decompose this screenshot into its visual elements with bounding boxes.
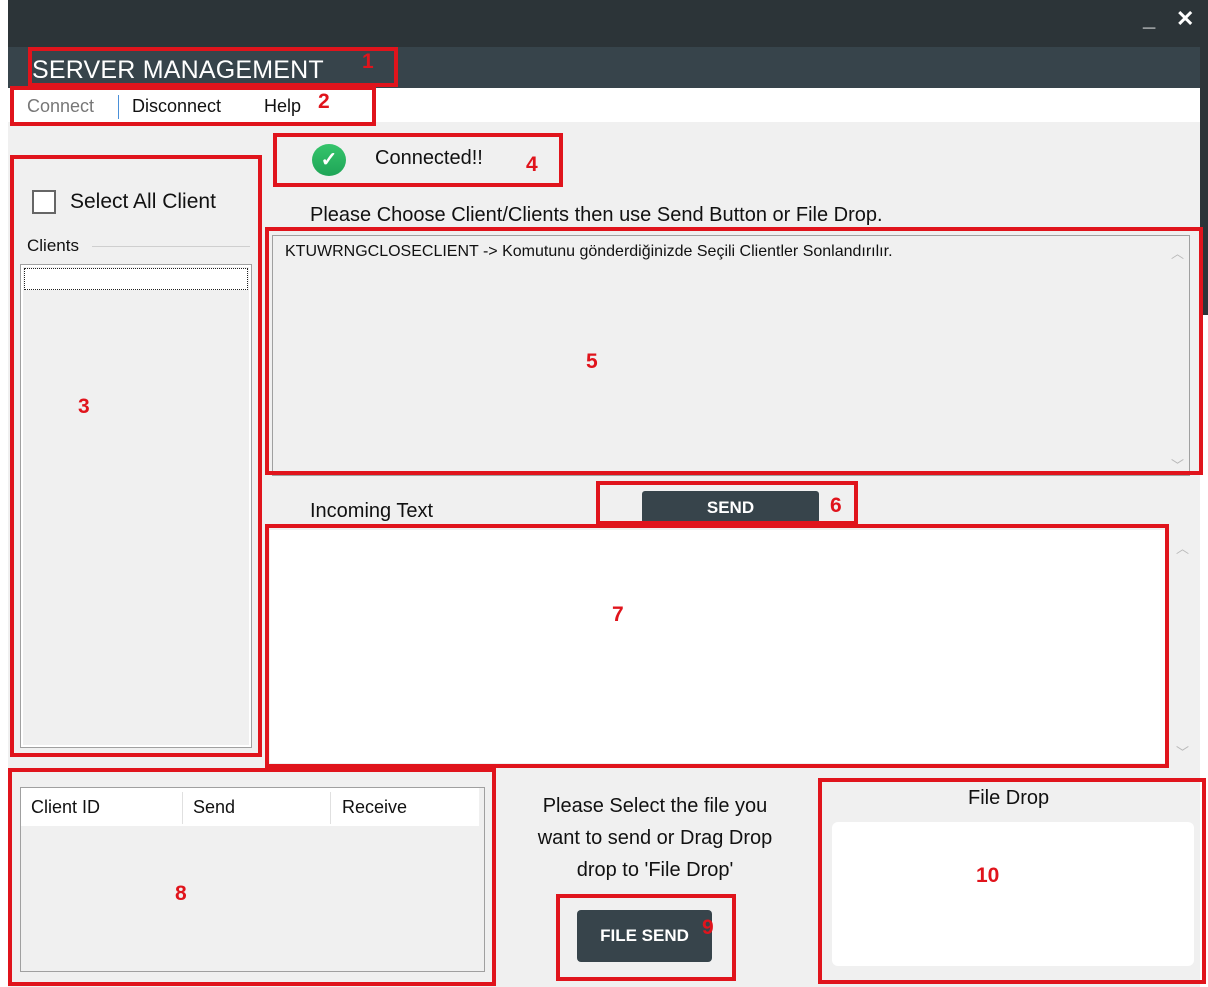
file-instruction-line: drop to 'File Drop' [576,859,734,881]
annotation-box [273,133,563,187]
annotation-box [818,778,1206,984]
incoming-text-label: Incoming Text [310,500,434,522]
annotation-number: 4 [526,153,538,176]
annotation-box [8,768,496,986]
scroll-up-icon[interactable]: ︿ [1176,538,1189,557]
minimize-button[interactable]: _ [1143,6,1155,32]
send-instruction: Please Choose Client/Clients then use Se… [310,204,883,226]
scroll-down-icon[interactable]: ﹀ [1176,742,1189,761]
annotation-number: 10 [976,864,1000,887]
close-button[interactable]: ✕ [1176,6,1194,32]
annotation-number: 7 [612,603,624,626]
annotation-number: 8 [175,882,187,905]
annotation-box [596,481,858,525]
annotation-box [265,524,1169,768]
annotation-number: 9 [702,916,714,939]
file-instruction: Please Select the file you want to send … [505,790,805,886]
file-instruction-line: Please Select the file you [542,795,768,817]
annotation-number: 5 [586,350,598,373]
annotation-box [28,47,398,87]
annotation-number: 6 [830,494,842,517]
annotation-box [265,227,1203,475]
annotation-box [10,155,262,757]
annotation-number: 2 [318,90,330,113]
file-instruction-line: want to send or Drag Drop [537,827,773,849]
annotation-number: 1 [362,50,374,73]
title-bar: _ ✕ [8,0,1208,47]
annotation-number: 3 [78,395,90,418]
